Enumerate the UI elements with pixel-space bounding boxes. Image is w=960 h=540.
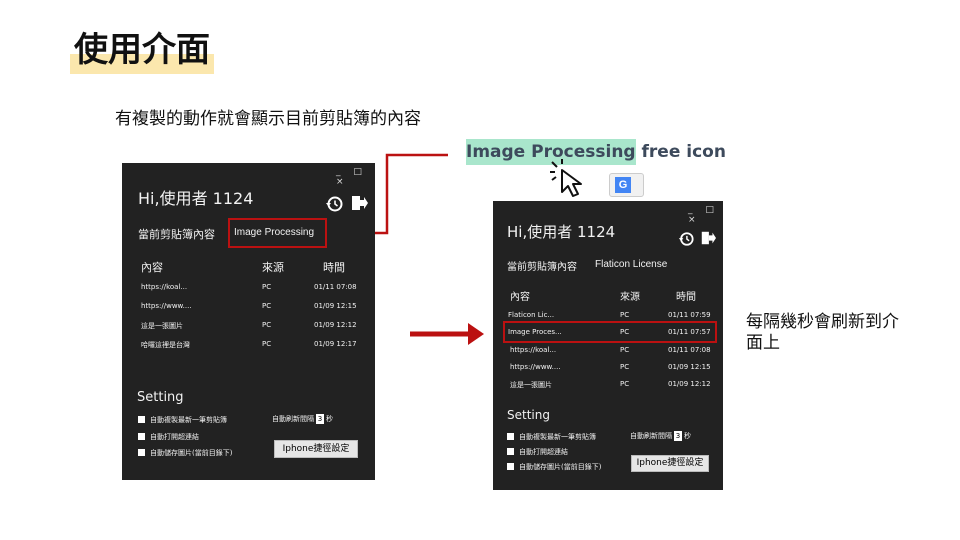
- auto-link-checkbox[interactable]: [507, 448, 514, 455]
- refresh-interval: 自動刷新間隔 3 秒: [630, 431, 691, 441]
- auto-save-checkbox[interactable]: [507, 463, 514, 470]
- row-content: 這是一張圖片: [141, 322, 183, 330]
- row-content: Flaticon Lic...: [508, 311, 555, 319]
- column-header-content: 內容: [510, 292, 530, 303]
- row-content: https://koal...: [510, 346, 557, 354]
- clipboard-label: 當前剪貼簿內容: [507, 262, 577, 273]
- row-source: PC: [620, 311, 630, 319]
- row-content: 哈囉這裡是台灣: [141, 341, 190, 349]
- refresh-label: 自動刷新間隔: [630, 432, 672, 440]
- clipboard-value: Flaticon License: [595, 259, 668, 270]
- column-header-time: 時間: [676, 292, 696, 303]
- row-time: 01/09 12:12: [314, 321, 357, 329]
- auto-link-label: 自動打開超連結: [519, 448, 568, 456]
- iphone-shortcut-button[interactable]: Iphone捷徑設定: [631, 455, 709, 472]
- row-source: PC: [262, 340, 272, 348]
- logout-icon[interactable]: [700, 230, 716, 246]
- refresh-interval-input[interactable]: 3: [674, 431, 682, 441]
- column-header-time: 時間: [323, 261, 345, 274]
- row-source: PC: [262, 302, 272, 310]
- row-source: PC: [620, 363, 630, 371]
- row-content: https://koal...: [141, 283, 188, 291]
- row-time: 01/09 12:15: [668, 363, 711, 371]
- refresh-unit: 秒: [684, 432, 691, 440]
- auto-link-checkbox[interactable]: [138, 433, 145, 440]
- row-source: PC: [262, 321, 272, 329]
- setting-title: Setting: [507, 408, 550, 422]
- app-window-after: _ □ × Hi,使用者 1124 當前剪貼簿內容 Flaticon Licen…: [493, 201, 723, 490]
- row-time: 01/09 12:17: [314, 340, 357, 348]
- column-header-content: 內容: [141, 261, 163, 274]
- logout-icon[interactable]: [350, 194, 368, 212]
- auto-link-label: 自動打開超連結: [150, 433, 199, 441]
- row-content: https://www....: [141, 302, 192, 310]
- auto-copy-label: 自動複製最新一筆剪貼簿: [150, 416, 227, 424]
- window-controls[interactable]: _ □ ×: [336, 167, 375, 187]
- refresh-interval-input[interactable]: 3: [316, 414, 324, 424]
- refresh-label: 自動刷新間隔: [272, 415, 314, 423]
- column-header-source: 來源: [620, 292, 640, 303]
- clipboard-highlight-box: [228, 218, 327, 248]
- row-time: 01/11 07:08: [314, 283, 357, 291]
- new-row-highlight-box: [503, 321, 717, 343]
- column-header-source: 來源: [262, 261, 284, 274]
- row-content: https://www....: [510, 363, 561, 371]
- auto-save-label: 自動儲存圖片(當前目錄下): [519, 463, 602, 471]
- auto-copy-label: 自動複製最新一筆剪貼簿: [519, 433, 596, 441]
- row-time: 01/09 12:12: [668, 380, 711, 388]
- auto-copy-checkbox[interactable]: [507, 433, 514, 440]
- auto-save-checkbox[interactable]: [138, 449, 145, 456]
- row-content: 這是一張圖片: [510, 381, 552, 389]
- auto-copy-checkbox[interactable]: [138, 416, 145, 423]
- history-icon[interactable]: [678, 231, 694, 247]
- refresh-interval: 自動刷新間隔 3 秒: [272, 414, 333, 424]
- row-source: PC: [620, 346, 630, 354]
- row-source: PC: [620, 380, 630, 388]
- app-window-before: _ □ × Hi,使用者 1124 當前剪貼簿內容 Image Processi…: [122, 163, 375, 480]
- greeting: Hi,使用者 1124: [138, 189, 254, 208]
- iphone-shortcut-button[interactable]: Iphone捷徑設定: [274, 440, 358, 458]
- setting-title: Setting: [137, 390, 184, 405]
- row-time: 01/11 07:59: [668, 311, 711, 319]
- row-time: 01/11 07:08: [668, 346, 711, 354]
- row-source: PC: [262, 283, 272, 291]
- window-controls[interactable]: _ □ ×: [688, 205, 723, 225]
- history-icon[interactable]: [325, 195, 343, 213]
- greeting: Hi,使用者 1124: [507, 223, 616, 241]
- row-time: 01/09 12:15: [314, 302, 357, 310]
- clipboard-label: 當前剪貼簿內容: [138, 228, 215, 241]
- auto-save-label: 自動儲存圖片(當前目錄下): [150, 449, 233, 457]
- refresh-unit: 秒: [326, 415, 333, 423]
